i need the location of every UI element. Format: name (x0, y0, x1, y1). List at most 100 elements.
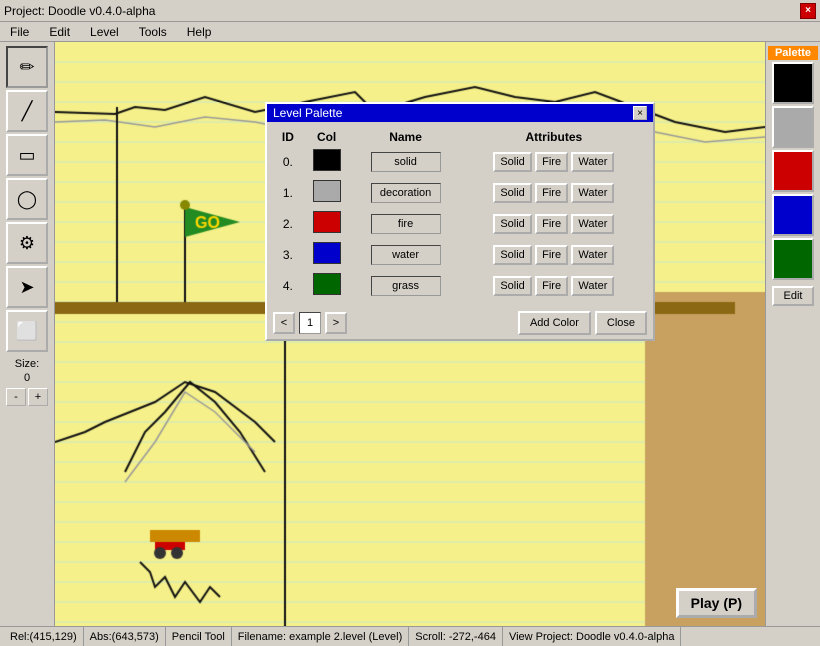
menu-tools[interactable]: Tools (133, 23, 173, 41)
name-input-1[interactable] (371, 183, 441, 203)
row-id: 4. (273, 270, 303, 301)
row-attrs: Solid Fire Water (461, 208, 647, 239)
dialog-titlebar[interactable]: Level Palette × (267, 104, 653, 122)
attr-water-button[interactable]: Water (571, 214, 614, 234)
menu-file[interactable]: File (4, 23, 35, 41)
attr-water-button[interactable]: Water (571, 183, 614, 203)
dialog-title: Level Palette (273, 106, 342, 120)
row-attrs: Solid Fire Water (461, 239, 647, 270)
dialog-close-button[interactable]: × (633, 106, 647, 120)
table-row: 0. Solid Fire Water (273, 146, 647, 177)
row-color[interactable] (303, 146, 351, 177)
row-name[interactable] (350, 270, 460, 301)
col-name: Name (350, 128, 460, 146)
row-name[interactable] (350, 146, 460, 177)
attr-fire-button[interactable]: Fire (535, 276, 568, 296)
row-name[interactable] (350, 208, 460, 239)
attr-water-button[interactable]: Water (571, 245, 614, 265)
right-palette: Palette Edit (765, 42, 820, 626)
name-input-0[interactable] (371, 152, 441, 172)
size-value: 0 (24, 372, 30, 384)
attr-fire-button[interactable]: Fire (535, 183, 568, 203)
menu-help[interactable]: Help (181, 23, 218, 41)
name-input-3[interactable] (371, 245, 441, 265)
table-row: 2. Solid Fire Water (273, 208, 647, 239)
add-color-button[interactable]: Add Color (518, 311, 591, 335)
canvas-area[interactable]: Play (P) Level Palette × ID Col Name Att… (55, 42, 765, 626)
status-filename: Filename: example 2.level (Level) (232, 627, 409, 646)
close-button[interactable]: × (800, 3, 816, 19)
close-dialog-button[interactable]: Close (595, 311, 647, 335)
menu-level[interactable]: Level (84, 23, 125, 41)
row-color[interactable] (303, 239, 351, 270)
palette-table: ID Col Name Attributes 0. Solid Fire Wat… (273, 128, 647, 301)
page-number: 1 (299, 312, 321, 334)
row-id: 2. (273, 208, 303, 239)
row-attrs: Solid Fire Water (461, 177, 647, 208)
status-abs: Abs:(643,573) (84, 627, 166, 646)
page-prev-button[interactable]: < (273, 312, 295, 334)
palette-swatch-1[interactable] (772, 106, 814, 148)
attr-solid-button[interactable]: Solid (493, 152, 531, 172)
attr-fire-button[interactable]: Fire (535, 245, 568, 265)
menu-edit[interactable]: Edit (43, 23, 76, 41)
title-bar: Project: Doodle v0.4.0-alpha × (0, 0, 820, 22)
size-decrease-button[interactable]: - (6, 388, 26, 406)
left-toolbar: ✏ ╱ ▭ ◯ ⚙ ➤ ⬜ Size: 0 - + (0, 42, 55, 626)
attr-solid-button[interactable]: Solid (493, 245, 531, 265)
col-attributes: Attributes (461, 128, 647, 146)
row-id: 3. (273, 239, 303, 270)
row-attrs: Solid Fire Water (461, 146, 647, 177)
menu-bar: File Edit Level Tools Help (0, 22, 820, 42)
ellipse-tool-button[interactable]: ◯ (6, 178, 48, 220)
row-id: 1. (273, 177, 303, 208)
status-project: View Project: Doodle v0.4.0-alpha (503, 627, 682, 646)
rect-tool-button[interactable]: ▭ (6, 134, 48, 176)
attr-water-button[interactable]: Water (571, 152, 614, 172)
palette-swatch-4[interactable] (772, 238, 814, 280)
erase-tool-button[interactable]: ⬜ (6, 310, 48, 352)
table-row: 3. Solid Fire Water (273, 239, 647, 270)
col-color: Col (303, 128, 351, 146)
size-label: Size: (15, 358, 39, 370)
col-id: ID (273, 128, 303, 146)
actor-tool-button[interactable]: ➤ (6, 266, 48, 308)
attr-solid-button[interactable]: Solid (493, 214, 531, 234)
row-color[interactable] (303, 177, 351, 208)
name-input-2[interactable] (371, 214, 441, 234)
palette-swatch-2[interactable] (772, 150, 814, 192)
level-palette-dialog: Level Palette × ID Col Name Attributes (265, 102, 655, 341)
size-controls: - + (6, 388, 48, 406)
status-rel: Rel:(415,129) (4, 627, 84, 646)
dialog-content: ID Col Name Attributes 0. Solid Fire Wat… (267, 122, 653, 307)
size-increase-button[interactable]: + (28, 388, 48, 406)
palette-swatch-3[interactable] (772, 194, 814, 236)
attr-water-button[interactable]: Water (571, 276, 614, 296)
attr-fire-button[interactable]: Fire (535, 214, 568, 234)
doodad-tool-button[interactable]: ⚙ (6, 222, 48, 264)
row-name[interactable] (350, 239, 460, 270)
palette-header-label: Palette (768, 46, 818, 60)
attr-solid-button[interactable]: Solid (493, 276, 531, 296)
page-next-button[interactable]: > (325, 312, 347, 334)
palette-rows: 0. Solid Fire Water 1. Solid Fire Water … (273, 146, 647, 301)
dialog-footer: < 1 > Add Color Close (267, 307, 653, 339)
palette-edit-button[interactable]: Edit (772, 286, 814, 306)
status-tool: Pencil Tool (166, 627, 232, 646)
window-title: Project: Doodle v0.4.0-alpha (4, 4, 155, 18)
palette-swatch-0[interactable] (772, 62, 814, 104)
pencil-tool-button[interactable]: ✏ (6, 46, 48, 88)
status-bar: Rel:(415,129) Abs:(643,573) Pencil Tool … (0, 626, 820, 646)
row-color[interactable] (303, 270, 351, 301)
row-color[interactable] (303, 208, 351, 239)
attr-solid-button[interactable]: Solid (493, 183, 531, 203)
name-input-4[interactable] (371, 276, 441, 296)
line-tool-button[interactable]: ╱ (6, 90, 48, 132)
row-attrs: Solid Fire Water (461, 270, 647, 301)
attr-fire-button[interactable]: Fire (535, 152, 568, 172)
status-scroll: Scroll: -272,-464 (409, 627, 503, 646)
main-area: ✏ ╱ ▭ ◯ ⚙ ➤ ⬜ Size: 0 - + Play (P) Level… (0, 42, 820, 626)
row-name[interactable] (350, 177, 460, 208)
table-row: 4. Solid Fire Water (273, 270, 647, 301)
play-button[interactable]: Play (P) (676, 588, 757, 618)
